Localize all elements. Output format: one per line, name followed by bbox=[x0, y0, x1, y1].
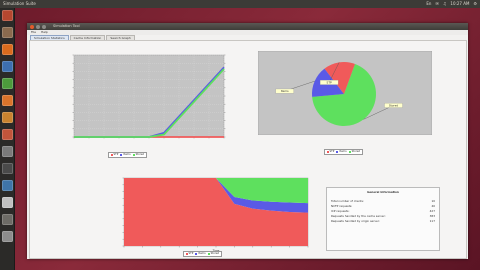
pie-label-text: Stored bbox=[389, 103, 398, 107]
launcher bbox=[0, 8, 15, 270]
session-menu-icon[interactable]: ⚙ bbox=[473, 0, 477, 8]
keyboard-indicator[interactable]: En bbox=[426, 0, 431, 8]
dash-icon[interactable] bbox=[1, 10, 13, 21]
indicator-area: En ✉ ♫ 10:27 AM ⚙ bbox=[426, 0, 477, 8]
stat-row: Requests handled by origin server: 117 bbox=[327, 219, 439, 224]
office-calc-icon[interactable] bbox=[1, 78, 13, 89]
office-writer-icon[interactable] bbox=[1, 61, 13, 72]
legend-swatch-stp bbox=[110, 154, 113, 156]
tab-content: STP Items Stored Stored Items STP STP Item… bbox=[29, 40, 467, 259]
area-chart-legend: STP Items Stored bbox=[183, 251, 222, 257]
pie-label-text: Items bbox=[281, 89, 289, 93]
app-window: Simulation Tool File Help Simulation Sta… bbox=[27, 23, 468, 259]
settings-icon[interactable] bbox=[1, 146, 13, 157]
legend-swatch-stored bbox=[132, 154, 135, 156]
window-title: Simulation Tool bbox=[53, 24, 80, 28]
menu-help[interactable]: Help bbox=[41, 30, 48, 34]
software-center-icon[interactable] bbox=[1, 112, 13, 123]
trash-icon[interactable] bbox=[1, 231, 13, 242]
clock[interactable]: 10:27 AM bbox=[450, 0, 469, 8]
pie-chart: Stored Items STP bbox=[258, 51, 432, 135]
legend-label-items: Items bbox=[123, 153, 131, 156]
mail-indicator-icon[interactable]: ✉ bbox=[435, 0, 438, 8]
pie-label-text: STP bbox=[327, 80, 332, 84]
office-impress-icon[interactable] bbox=[1, 95, 13, 106]
stat-value: 117 bbox=[429, 219, 435, 223]
menu-file[interactable]: File bbox=[31, 30, 36, 34]
terminal-icon[interactable] bbox=[1, 163, 13, 174]
music-icon[interactable] bbox=[1, 129, 13, 140]
sound-indicator-icon[interactable]: ♫ bbox=[443, 0, 447, 8]
active-app-title: Simulation Suite bbox=[3, 1, 36, 6]
pie-legend-label-stored: Stored bbox=[351, 150, 361, 153]
legend-label-stored: Stored bbox=[135, 153, 145, 156]
pie-chart-legend: STP Items Stored bbox=[324, 149, 363, 155]
window-titlebar[interactable]: Simulation Tool bbox=[27, 23, 468, 30]
area-legend-label-items: Items bbox=[198, 252, 206, 255]
pie-legend-label-items: Items bbox=[339, 150, 347, 153]
maximize-icon[interactable] bbox=[42, 24, 46, 29]
area-chart: Time bbox=[122, 177, 309, 253]
pie-legend-label-stp: STP bbox=[329, 150, 335, 153]
browser-icon[interactable] bbox=[1, 44, 13, 55]
legend-label-stp: STP bbox=[113, 153, 119, 156]
java-app-icon[interactable] bbox=[1, 180, 13, 191]
area-legend-label-stored: Stored bbox=[210, 252, 220, 255]
legend-swatch-items bbox=[120, 154, 123, 156]
files-icon[interactable] bbox=[1, 27, 13, 38]
general-information-panel: General Information Total number of clie… bbox=[326, 187, 440, 251]
workspaces-icon[interactable] bbox=[1, 214, 13, 225]
close-icon[interactable] bbox=[30, 24, 34, 29]
stat-label: Requests handled by origin server: bbox=[331, 219, 380, 223]
minimize-icon[interactable] bbox=[36, 24, 40, 29]
top-panel: Simulation Suite En ✉ ♫ 10:27 AM ⚙ bbox=[0, 0, 480, 8]
line-chart-legend: STP Items Stored bbox=[108, 152, 147, 158]
area-legend-label-stp: STP bbox=[188, 252, 194, 255]
update-icon[interactable] bbox=[1, 197, 13, 208]
line-chart bbox=[72, 54, 226, 139]
